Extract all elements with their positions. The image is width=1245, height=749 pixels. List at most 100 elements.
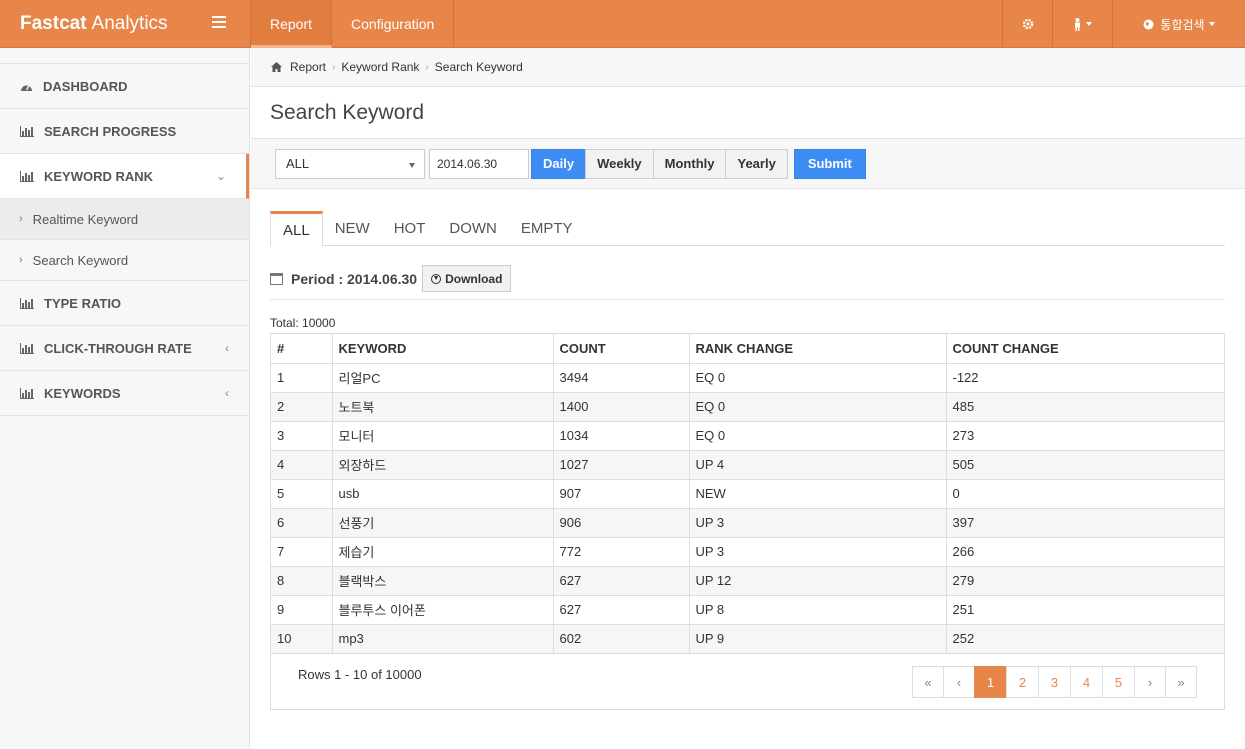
submit-button[interactable]: Submit bbox=[793, 148, 866, 179]
dashboard-icon bbox=[21, 84, 32, 91]
page-5-button[interactable]: 5 bbox=[1102, 666, 1135, 698]
table-cell: UP 3 bbox=[689, 508, 947, 538]
sidebar-item-label: SEARCH PROGRESS bbox=[44, 123, 177, 139]
top-right-menu: 통합검색 bbox=[1002, 0, 1245, 48]
sidebar-item-label: DASHBOARD bbox=[43, 78, 128, 94]
page-1-button[interactable]: 1 bbox=[974, 666, 1007, 698]
table-cell: EQ 0 bbox=[689, 421, 947, 451]
first-page-button[interactable]: « bbox=[912, 666, 944, 698]
tab-new[interactable]: NEW bbox=[323, 211, 382, 246]
table-cell: 7 bbox=[271, 537, 333, 567]
table-cell: 2 bbox=[271, 392, 333, 422]
weekly-button[interactable]: Weekly bbox=[585, 148, 654, 179]
sidebar-subitem-realtime-keyword[interactable]: › Realtime Keyword bbox=[0, 199, 249, 240]
gear-icon bbox=[1022, 18, 1033, 30]
category-select-value: ALL bbox=[286, 156, 310, 171]
top-navbar: Fastcat Analytics Report Configuration 통… bbox=[0, 0, 1245, 48]
page-4-button[interactable]: 4 bbox=[1070, 666, 1103, 698]
sidebar-item-type-ratio[interactable]: TYPE RATIO bbox=[0, 281, 249, 326]
sidebar-item-click-through-rate[interactable]: CLICK-THROUGH RATE ‹ bbox=[0, 326, 249, 371]
table-cell: 1 bbox=[271, 363, 333, 393]
table-cell: 602 bbox=[553, 624, 690, 654]
topnav-configuration[interactable]: Configuration bbox=[332, 0, 455, 48]
caret-down-icon bbox=[409, 162, 415, 168]
pagination: « ‹ 1 2 3 4 5 › » bbox=[912, 666, 1197, 698]
next-page-button[interactable]: › bbox=[1134, 666, 1166, 698]
prev-page-button[interactable]: ‹ bbox=[943, 666, 975, 698]
table-cell: 4 bbox=[271, 450, 333, 480]
last-page-button[interactable]: » bbox=[1165, 666, 1197, 698]
table-cell: 0 bbox=[946, 479, 1224, 509]
table-row: 1 리얼PC 3494 EQ 0 -122 bbox=[271, 363, 1224, 393]
sidebar-item-search-progress[interactable]: SEARCH PROGRESS bbox=[0, 109, 249, 154]
table-cell: 772 bbox=[553, 537, 690, 567]
sidebar-subitem-label: Search Keyword bbox=[32, 252, 129, 268]
bar-chart-icon bbox=[20, 342, 34, 354]
menu-toggle-icon[interactable] bbox=[212, 16, 226, 30]
chevron-left-icon: ‹ bbox=[225, 341, 229, 355]
sidebar-subitem-label: Realtime Keyword bbox=[32, 211, 139, 227]
breadcrumb-search-keyword: Search Keyword bbox=[434, 60, 523, 74]
site-selector[interactable]: 통합검색 bbox=[1112, 0, 1245, 48]
page-2-button[interactable]: 2 bbox=[1006, 666, 1039, 698]
category-select[interactable]: ALL bbox=[275, 148, 425, 179]
table-cell: 노트북 bbox=[332, 392, 554, 422]
download-button[interactable]: ▼ Download bbox=[422, 265, 512, 292]
sidebar-item-label: KEYWORD RANK bbox=[44, 168, 154, 184]
table-cell: 3494 bbox=[553, 363, 690, 393]
sidebar-item-keyword-rank[interactable]: KEYWORD RANK ⌄ bbox=[0, 154, 249, 199]
topnav-report[interactable]: Report bbox=[251, 0, 333, 48]
caret-down-icon bbox=[1086, 22, 1092, 26]
table-cell: usb bbox=[332, 479, 554, 509]
table-cell: UP 3 bbox=[689, 537, 947, 567]
table-row: 6 선풍기 906 UP 3 397 bbox=[271, 508, 1224, 538]
sidebar-subitem-search-keyword[interactable]: › Search Keyword bbox=[0, 240, 249, 281]
table-row: 8 블랙박스 627 UP 12 279 bbox=[271, 566, 1224, 596]
breadcrumb-keyword-rank[interactable]: Keyword Rank bbox=[341, 60, 419, 74]
table-header-row: # KEYWORD COUNT RANK CHANGE COUNT CHANGE bbox=[271, 334, 1224, 364]
table-cell: 블랙박스 bbox=[332, 566, 554, 596]
tab-empty[interactable]: EMPTY bbox=[509, 211, 585, 246]
period-button-group: Daily Weekly Monthly Yearly bbox=[531, 148, 788, 179]
table-cell: 6 bbox=[271, 508, 333, 538]
rows-info: Rows 1 - 10 of 10000 bbox=[298, 667, 422, 682]
table-cell: 10 bbox=[271, 624, 333, 654]
brand-bold: Fastcat bbox=[20, 13, 87, 34]
table-cell: 279 bbox=[946, 566, 1224, 596]
table-cell: EQ 0 bbox=[689, 363, 947, 393]
yearly-button[interactable]: Yearly bbox=[725, 148, 788, 179]
table-cell: 제습기 bbox=[332, 537, 554, 567]
monthly-button[interactable]: Monthly bbox=[652, 148, 727, 179]
breadcrumb-report[interactable]: Report bbox=[290, 60, 326, 74]
sidebar-item-keywords[interactable]: KEYWORDS ‹ bbox=[0, 371, 249, 416]
table-cell: 906 bbox=[553, 508, 690, 538]
user-icon bbox=[1075, 17, 1080, 31]
column-header: RANK CHANGE bbox=[689, 334, 947, 364]
table-cell: 8 bbox=[271, 566, 333, 596]
table-row: 5 usb 907 NEW 0 bbox=[271, 479, 1224, 509]
breadcrumb-separator-icon: › bbox=[425, 61, 429, 73]
table-cell: 627 bbox=[553, 566, 690, 596]
tab-hot[interactable]: HOT bbox=[382, 211, 438, 246]
page-3-button[interactable]: 3 bbox=[1038, 666, 1071, 698]
page-title: Search Keyword bbox=[251, 87, 1245, 139]
daily-button[interactable]: Daily bbox=[531, 148, 587, 179]
chevron-left-icon: ‹ bbox=[225, 386, 229, 400]
tab-all[interactable]: ALL bbox=[270, 211, 323, 247]
column-header: COUNT CHANGE bbox=[946, 334, 1224, 364]
chevron-down-icon: ⌄ bbox=[215, 169, 226, 183]
table-row: 9 블루투스 이어폰 627 UP 8 251 bbox=[271, 595, 1224, 625]
globe-icon bbox=[1143, 19, 1154, 29]
tab-down[interactable]: DOWN bbox=[437, 211, 509, 246]
sidebar-item-dashboard[interactable]: DASHBOARD bbox=[0, 64, 249, 109]
user-menu-button[interactable] bbox=[1052, 0, 1112, 48]
table-cell: 485 bbox=[946, 392, 1224, 422]
period-label: Period : 2014.06.30 bbox=[291, 270, 418, 287]
settings-button[interactable] bbox=[1002, 0, 1052, 48]
brand-rest: Analytics bbox=[91, 13, 168, 34]
date-input[interactable]: 2014.06.30 bbox=[429, 148, 529, 179]
sidebar-item-label: KEYWORDS bbox=[44, 385, 121, 401]
chevron-right-icon: › bbox=[19, 254, 23, 266]
sidebar-item-label: CLICK-THROUGH RATE bbox=[44, 340, 192, 356]
table-cell: 252 bbox=[946, 624, 1224, 654]
